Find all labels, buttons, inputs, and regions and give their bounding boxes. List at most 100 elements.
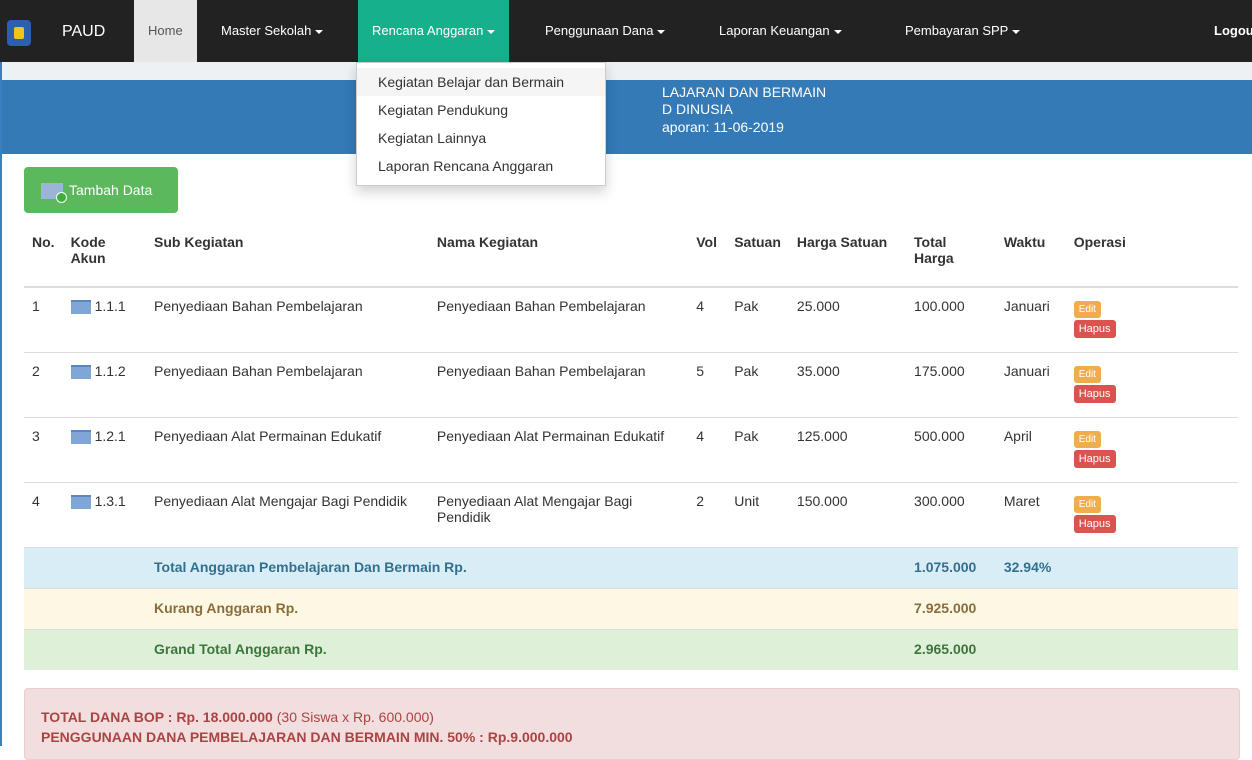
edit-button[interactable]: Edit: [1073, 496, 1101, 513]
banner-date: aporan: 11-06-2019: [662, 119, 784, 135]
cell-operasi: Edit Hapus: [1065, 286, 1238, 353]
cell-sub: Penyediaan Bahan Pembelajaran: [146, 352, 429, 418]
cell-no: 1: [24, 286, 63, 353]
nav-laporan-keuangan[interactable]: Laporan Keuangan: [719, 0, 842, 62]
cell-satuan: Pak: [726, 286, 789, 353]
brand[interactable]: PAUD: [62, 23, 105, 41]
cell-operasi: Edit Hapus: [1065, 352, 1238, 418]
hapus-button[interactable]: Hapus: [1073, 385, 1116, 403]
nav-rencana-anggaran[interactable]: Rencana Anggaran: [358, 0, 510, 62]
cell-no: 3: [24, 417, 63, 483]
hapus-button[interactable]: Hapus: [1073, 515, 1116, 533]
cell-harga: 35.000: [788, 352, 907, 418]
school-logo-icon[interactable]: [7, 20, 31, 46]
cell-harga: 150.000: [788, 482, 907, 548]
nav-home[interactable]: Home: [134, 0, 197, 62]
col-sub-kegiatan: Sub Kegiatan: [146, 226, 429, 288]
nav-pembayaran-spp[interactable]: Pembayaran SPP: [905, 0, 1021, 62]
kurang-anggaran-label: Kurang Anggaran Rp.: [146, 588, 907, 630]
table-icon: [70, 300, 91, 315]
col-total-harga: Total Harga: [906, 226, 996, 288]
report-banner: LAJARAN DAN BERMAIN D DINUSIA aporan: 11…: [2, 80, 1252, 154]
cell-kode[interactable]: 1.1.2: [62, 352, 146, 418]
add-table-icon: [41, 183, 67, 203]
total-anggaran-label: Total Anggaran Pembelajaran Dan Bermain …: [146, 547, 907, 589]
cell-kode[interactable]: 1.1.1: [62, 286, 146, 353]
chevron-down-icon: [487, 29, 496, 34]
rencana-anggaran-dropdown: Kegiatan Belajar dan Bermain Kegiatan Pe…: [356, 62, 606, 186]
nav-master-sekolah[interactable]: Master Sekolah: [221, 0, 324, 62]
col-operasi: Operasi: [1065, 226, 1238, 288]
kode-value: 1.1.2: [94, 363, 126, 379]
cell-satuan: Pak: [726, 352, 789, 418]
nav-pembayaran-label: Pembayaran SPP: [905, 23, 1009, 38]
top-navbar: PAUD Home Master Sekolah Rencana Anggara…: [0, 0, 1252, 62]
alert-siswa-detail: (30 Siswa x Rp. 600.000): [272, 709, 434, 725]
chevron-down-icon: [833, 29, 842, 34]
col-waktu: Waktu: [995, 226, 1066, 288]
alert-line-2: PENGGUNAAN DANA PEMBELAJARAN DAN BERMAIN…: [41, 729, 573, 745]
grand-total-value: 2.965.000: [906, 629, 996, 670]
cell-harga: 25.000: [788, 286, 907, 353]
chevron-down-icon: [1012, 29, 1021, 34]
hapus-button[interactable]: Hapus: [1073, 450, 1116, 468]
header-strip: [2, 62, 1252, 80]
col-no: No.: [24, 226, 63, 288]
cell-operasi: Edit Hapus: [1065, 482, 1238, 548]
cell-nama: Penyediaan Bahan Pembelajaran: [428, 286, 689, 353]
dropdown-item-kegiatan-pendukung[interactable]: Kegiatan Pendukung: [357, 96, 605, 124]
cell-kode[interactable]: 1.3.1: [62, 482, 146, 548]
edit-button[interactable]: Edit: [1073, 301, 1101, 318]
cell-sub: Penyediaan Bahan Pembelajaran: [146, 286, 429, 353]
col-nama-kegiatan: Nama Kegiatan: [428, 226, 689, 288]
alert-line-1: TOTAL DANA BOP : Rp. 18.000.000 (30 Sisw…: [41, 709, 434, 725]
table-icon: [70, 430, 91, 445]
cell-operasi: Edit Hapus: [1065, 417, 1238, 483]
budget-table: No. Kode Akun Sub Kegiatan Nama Kegiatan…: [24, 226, 1238, 670]
kurang-anggaran-value: 7.925.000: [906, 588, 996, 630]
cell-sub: Penyediaan Alat Mengajar Bagi Pendidik: [146, 482, 429, 548]
table-icon: [70, 495, 91, 510]
cell-vol: 4: [688, 417, 727, 483]
col-vol: Vol: [688, 226, 727, 288]
hapus-button[interactable]: Hapus: [1073, 320, 1116, 338]
edit-button[interactable]: Edit: [1073, 431, 1101, 448]
table-icon: [70, 365, 91, 380]
banner-school: D DINUSIA: [662, 101, 733, 117]
total-anggaran-value: 1.075.000: [906, 547, 996, 589]
edit-button[interactable]: Edit: [1073, 366, 1101, 383]
cell-vol: 2: [688, 482, 727, 548]
nav-logout-label: Logou: [1214, 23, 1252, 38]
cell-kode[interactable]: 1.2.1: [62, 417, 146, 483]
cell-total: 100.000: [906, 286, 996, 353]
grand-total-label: Grand Total Anggaran Rp.: [146, 629, 907, 670]
kode-value: 1.3.1: [94, 493, 126, 509]
total-anggaran-percent: 32.94%: [995, 547, 1066, 589]
cell-total: 500.000: [906, 417, 996, 483]
cell-vol: 4: [688, 286, 727, 353]
col-harga-satuan: Harga Satuan: [788, 226, 907, 288]
dropdown-item-kegiatan-lainnya[interactable]: Kegiatan Lainnya: [357, 124, 605, 152]
nav-penggunaan-dana[interactable]: Penggunaan Dana: [545, 0, 666, 62]
tambah-data-button[interactable]: Tambah Data: [24, 167, 178, 213]
cell-sub: Penyediaan Alat Permainan Edukatif: [146, 417, 429, 483]
alert-total-dana: TOTAL DANA BOP : Rp. 18.000.000: [41, 709, 273, 725]
cell-nama: Penyediaan Alat Permainan Edukatif: [428, 417, 689, 483]
cell-no: 4: [24, 482, 63, 548]
nav-master-label: Master Sekolah: [221, 23, 312, 38]
cell-waktu: Maret: [995, 482, 1066, 548]
dropdown-item-laporan-rencana[interactable]: Laporan Rencana Anggaran: [357, 152, 605, 180]
cell-no: 2: [24, 352, 63, 418]
banner-title: LAJARAN DAN BERMAIN: [662, 84, 827, 100]
cell-vol: 5: [688, 352, 727, 418]
tambah-data-label: Tambah Data: [69, 182, 153, 198]
nav-logout[interactable]: Logou: [1214, 0, 1252, 62]
chevron-down-icon: [315, 29, 324, 34]
nav-laporan-label: Laporan Keuangan: [719, 23, 830, 38]
chevron-down-icon: [657, 29, 666, 34]
cell-satuan: Pak: [726, 417, 789, 483]
cell-waktu: April: [995, 417, 1066, 483]
dropdown-item-kegiatan-belajar[interactable]: Kegiatan Belajar dan Bermain: [357, 68, 605, 96]
table-row: 4 1.3.1 Penyediaan Alat Mengajar Bagi Pe…: [24, 482, 1238, 548]
kode-value: 1.1.1: [94, 298, 126, 314]
